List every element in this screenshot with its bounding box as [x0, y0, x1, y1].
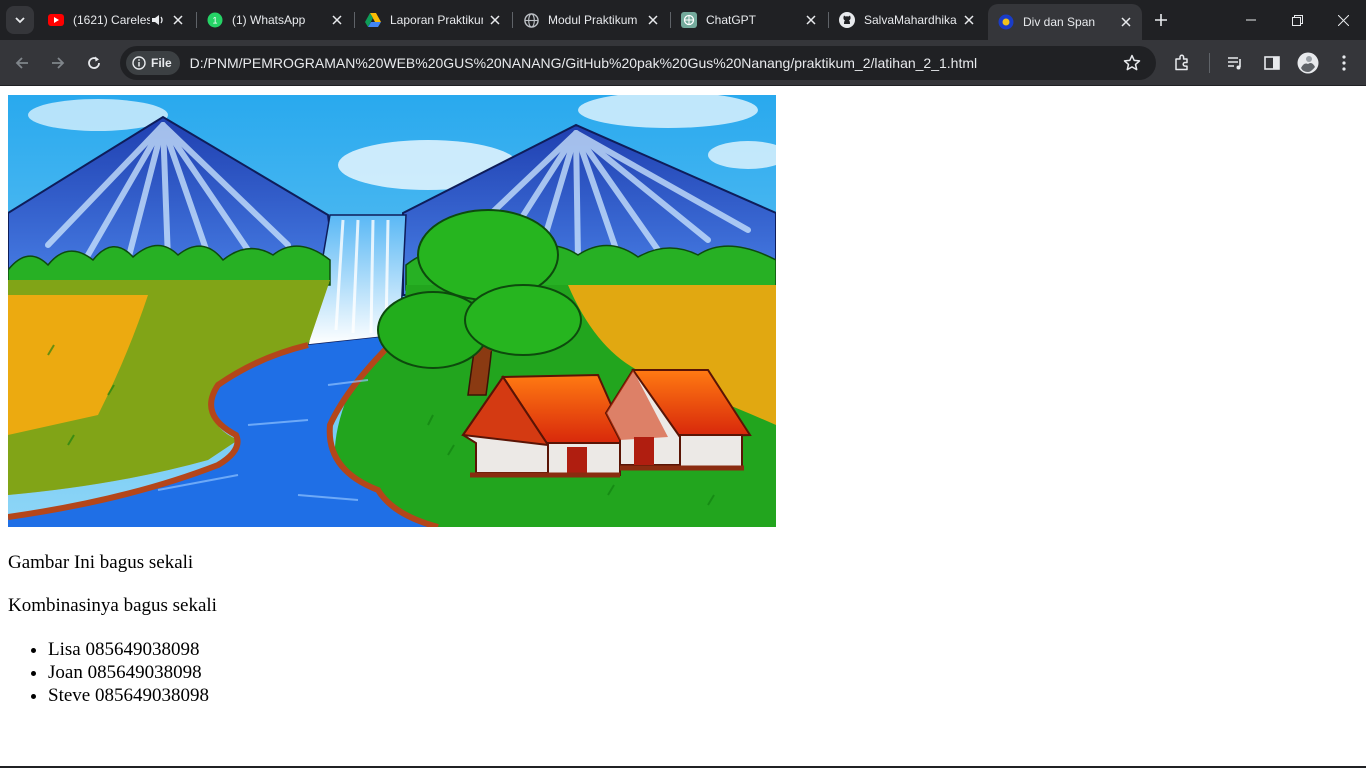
minimize-icon [1246, 19, 1256, 21]
tab-title: Modul Praktikum [548, 13, 638, 27]
close-icon[interactable] [1118, 14, 1134, 30]
contact-name: Steve [48, 685, 91, 706]
info-icon [132, 56, 146, 70]
tab-laporan[interactable]: Laporan Praktikum [355, 4, 511, 36]
close-icon[interactable] [803, 12, 819, 28]
bookmark-star-button[interactable] [1122, 53, 1142, 73]
forward-button[interactable] [44, 49, 72, 77]
arrow-right-icon [52, 57, 65, 69]
tab-title: Laporan Praktikum [390, 13, 483, 27]
paragraph-combination: Kombinasinya bagus sekali [8, 595, 217, 616]
close-icon[interactable] [487, 12, 503, 28]
kebab-menu-icon [1342, 55, 1346, 71]
tab-strip: (1621) Careless Whisper 1 (1) WhatsApp L… [0, 0, 1366, 40]
browser-toolbar: File D:/PNM/PEMROGRAMAN%20WEB%20GUS%20NA… [0, 40, 1366, 86]
tab-youtube[interactable]: (1621) Careless Whisper [38, 4, 194, 36]
new-tab-button[interactable] [1151, 10, 1171, 30]
contact-phone: 085649038098 [94, 685, 209, 706]
menu-button[interactable] [1332, 51, 1356, 75]
site-info-chip[interactable]: File [126, 51, 180, 75]
back-button[interactable] [8, 49, 36, 77]
tab-title: Div dan Span [1023, 15, 1096, 29]
contact-phone: 085649038098 [87, 662, 202, 683]
google-drive-icon [365, 12, 381, 28]
contact-name: Lisa [48, 639, 81, 660]
tab-title: (1) WhatsApp [232, 13, 306, 27]
url-text[interactable]: D:/PNM/PEMROGRAMAN%20WEB%20GUS%20NANANG/… [190, 55, 977, 71]
tab-search-button[interactable] [6, 6, 34, 34]
puzzle-icon [1175, 54, 1188, 71]
chatgpt-icon [681, 12, 697, 28]
tab-chatgpt[interactable]: ChatGPT [671, 4, 827, 36]
contact-phone: 085649038098 [85, 639, 200, 660]
list-item: Lisa 085649038098 [48, 638, 209, 661]
speaker-icon[interactable] [150, 12, 166, 28]
minimize-button[interactable] [1228, 0, 1274, 40]
tab-modul[interactable]: Modul Praktikum [513, 4, 669, 36]
close-icon [1337, 14, 1349, 26]
close-icon[interactable] [645, 12, 661, 28]
tab-title: ChatGPT [706, 13, 757, 27]
chevron-down-icon [15, 17, 25, 24]
web-page: Gambar Ini bagus sekali Kombinasinya bag… [0, 87, 1366, 768]
avatar-icon [1297, 52, 1319, 74]
close-window-button[interactable] [1320, 0, 1366, 40]
playlist-icon [1228, 57, 1241, 70]
star-icon [1123, 54, 1141, 71]
contact-list: Lisa 085649038098 Joan 085649038098 Stev… [48, 638, 209, 707]
page-icon [998, 14, 1014, 30]
youtube-icon [48, 12, 64, 28]
side-panel-icon [1264, 56, 1280, 70]
close-icon[interactable] [170, 12, 186, 28]
paragraph-image-caption: Gambar Ini bagus sekali [8, 552, 194, 573]
restore-icon [1291, 14, 1303, 26]
restore-button[interactable] [1274, 0, 1320, 40]
reload-icon [88, 56, 100, 69]
toolbar-separator [1209, 53, 1210, 73]
svg-text:1: 1 [212, 16, 217, 26]
plus-icon [1155, 14, 1167, 26]
list-item: Steve 085649038098 [48, 684, 209, 707]
globe-icon [523, 12, 539, 28]
extensions-button[interactable] [1170, 51, 1194, 75]
reload-button[interactable] [80, 49, 108, 77]
contact-name: Joan [48, 662, 83, 683]
profile-avatar[interactable] [1296, 51, 1320, 75]
address-bar[interactable]: File D:/PNM/PEMROGRAMAN%20WEB%20GUS%20NA… [120, 46, 1156, 80]
media-control-button[interactable] [1223, 51, 1247, 75]
close-icon[interactable] [329, 12, 345, 28]
tab-whatsapp[interactable]: 1 (1) WhatsApp [197, 4, 353, 36]
chip-label: File [151, 56, 172, 70]
side-panel-button[interactable] [1260, 51, 1284, 75]
tab-title: (1621) Careless Whisper [73, 13, 150, 27]
list-item: Joan 085649038098 [48, 661, 209, 684]
whatsapp-icon: 1 [207, 12, 223, 28]
github-icon [839, 12, 855, 28]
landscape-image [8, 95, 776, 527]
tab-title: SalvaMahardhika [864, 13, 957, 27]
tab-github[interactable]: SalvaMahardhika [829, 4, 985, 36]
tab-div-dan-span[interactable]: Div dan Span [988, 4, 1142, 40]
close-icon[interactable] [961, 12, 977, 28]
arrow-left-icon [15, 57, 28, 69]
